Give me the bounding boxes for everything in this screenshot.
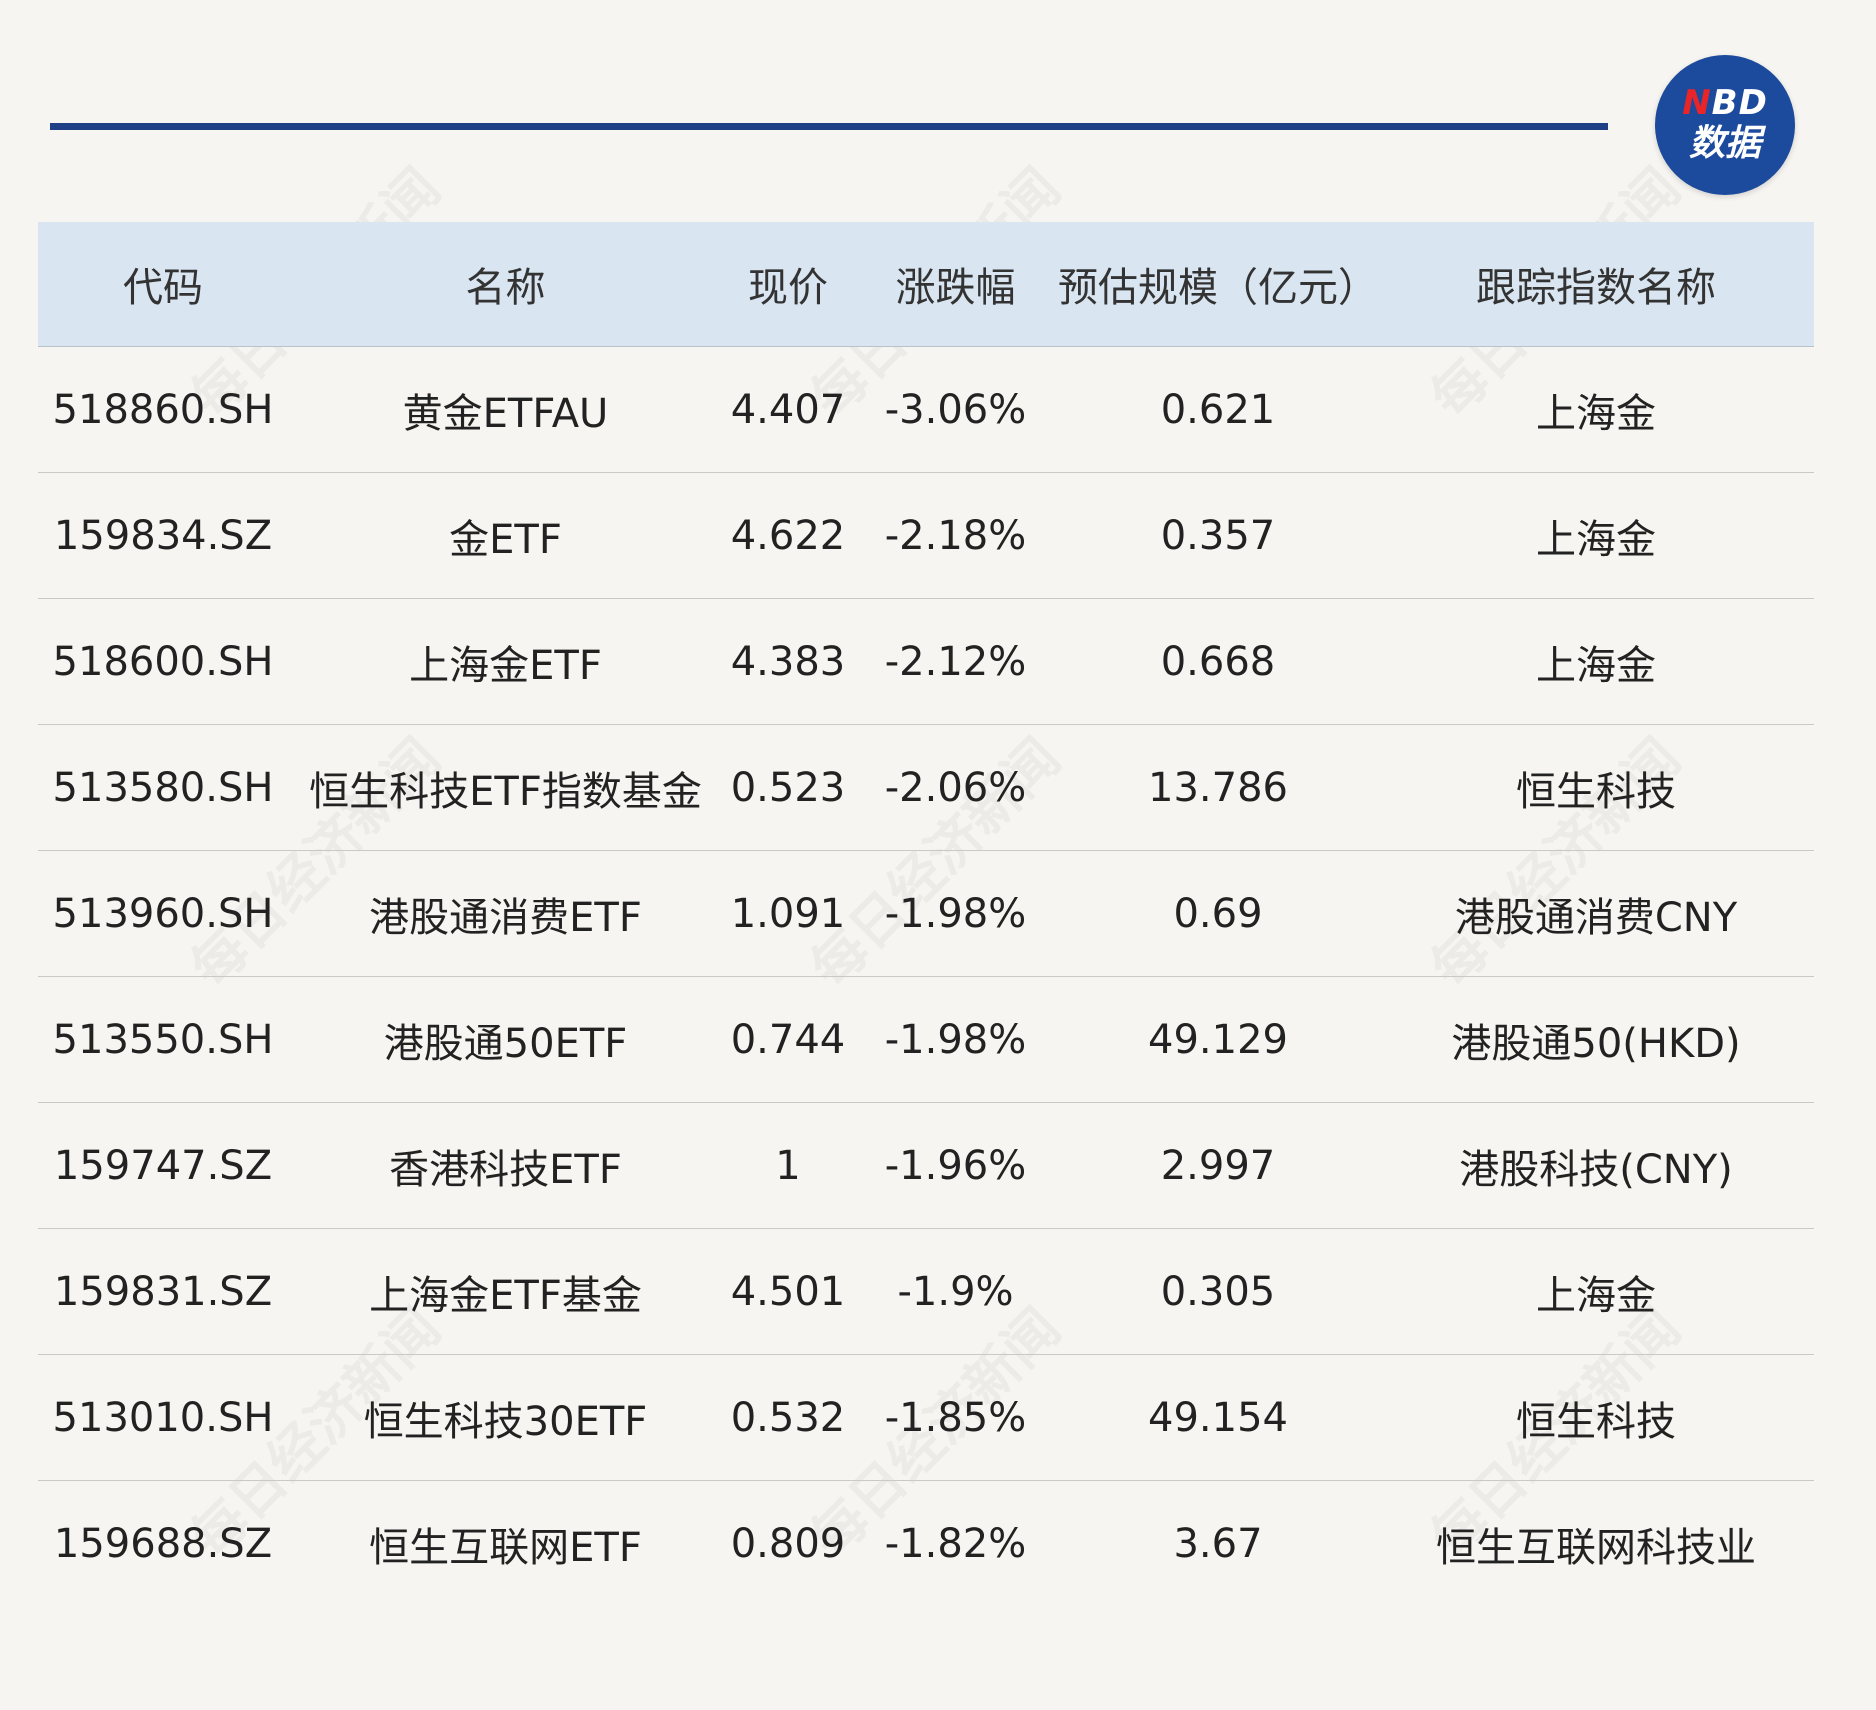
cell-price: 1	[775, 1142, 801, 1189]
cell-code: 159834.SZ	[53, 512, 273, 559]
table-row: 513580.SH 恒生科技ETF指数基金 0.523 -2.06% 13.78…	[38, 725, 1814, 851]
table-row: 513010.SH 恒生科技30ETF 0.532 -1.85% 49.154 …	[38, 1355, 1814, 1481]
logo-bd: BD	[1711, 83, 1768, 123]
table-row: 518600.SH 上海金ETF 4.383 -2.12% 0.668 上海金	[38, 599, 1814, 725]
top-rule	[50, 123, 1608, 130]
cell-price: 0.744	[730, 1016, 846, 1063]
cell-name: 香港科技ETF	[389, 1146, 622, 1193]
cell-code: 518600.SH	[52, 638, 274, 685]
header-name: 名称	[465, 265, 546, 311]
cell-scale: 3.67	[1173, 1520, 1263, 1567]
cell-change: -3.06%	[884, 386, 1027, 433]
cell-index: 恒生科技	[1516, 768, 1676, 815]
cell-scale: 0.621	[1160, 386, 1276, 433]
cell-change: -1.82%	[884, 1520, 1027, 1567]
table-row: 513550.SH 港股通50ETF 0.744 -1.98% 49.129 港…	[38, 977, 1814, 1103]
table-header: 代码 名称 现价 涨跌幅 预估规模（亿元） 跟踪指数名称	[38, 222, 1814, 347]
cell-name: 上海金ETF	[409, 642, 602, 689]
cell-name: 港股通50ETF	[383, 1020, 628, 1067]
cell-price: 4.622	[730, 512, 846, 559]
cell-name: 恒生科技ETF指数基金	[309, 768, 702, 815]
cell-price: 4.383	[730, 638, 846, 685]
cell-scale: 0.668	[1160, 638, 1276, 685]
cell-change: -2.06%	[884, 764, 1027, 811]
cell-price: 0.523	[730, 764, 846, 811]
cell-code: 518860.SH	[52, 386, 274, 433]
cell-name: 港股通消费ETF	[369, 894, 642, 941]
cell-scale: 0.357	[1160, 512, 1276, 559]
logo-n: N	[1682, 83, 1712, 123]
cell-scale: 49.129	[1148, 1016, 1288, 1063]
cell-change: -2.12%	[884, 638, 1027, 685]
table-row: 159747.SZ 香港科技ETF 1 -1.96% 2.997 港股科技(CN…	[38, 1103, 1814, 1229]
cell-name: 恒生互联网ETF	[369, 1524, 642, 1571]
table-row: 159834.SZ 金ETF 4.622 -2.18% 0.357 上海金	[38, 473, 1814, 599]
cell-change: -1.98%	[884, 890, 1027, 937]
cell-price: 1.091	[730, 890, 846, 937]
header-scale: 预估规模（亿元）	[1058, 265, 1378, 311]
header-change: 涨跌幅	[895, 265, 1016, 311]
cell-name: 恒生科技30ETF	[363, 1398, 648, 1445]
header-index: 跟踪指数名称	[1476, 265, 1716, 311]
header-price: 现价	[748, 265, 828, 311]
cell-scale: 0.69	[1173, 890, 1263, 937]
cell-price: 0.809	[730, 1520, 846, 1567]
cell-code: 513550.SH	[52, 1016, 274, 1063]
cell-name: 金ETF	[449, 516, 562, 563]
cell-name: 黄金ETFAU	[402, 390, 609, 437]
cell-index: 恒生互联网科技业	[1436, 1524, 1756, 1571]
cell-index: 港股通消费CNY	[1454, 894, 1738, 941]
nbd-logo: NBD 数据	[1655, 55, 1795, 195]
cell-scale: 13.786	[1148, 764, 1288, 811]
cell-price: 4.501	[730, 1268, 846, 1315]
cell-scale: 2.997	[1160, 1142, 1276, 1189]
header-code: 代码	[123, 265, 203, 311]
cell-price: 4.407	[730, 386, 846, 433]
cell-code: 159688.SZ	[53, 1520, 273, 1567]
etf-table: 代码 名称 现价 涨跌幅 预估规模（亿元） 跟踪指数名称 518860.SH 黄…	[38, 222, 1814, 1606]
cell-code: 513580.SH	[52, 764, 274, 811]
cell-code: 159747.SZ	[53, 1142, 273, 1189]
cell-index: 上海金	[1536, 390, 1656, 437]
cell-index: 上海金	[1536, 516, 1656, 563]
cell-index: 上海金	[1536, 642, 1656, 689]
cell-change: -1.85%	[884, 1394, 1027, 1441]
cell-change: -1.9%	[897, 1268, 1014, 1315]
logo-bottom-text: 数据	[1688, 123, 1761, 164]
cell-name: 上海金ETF基金	[369, 1272, 642, 1319]
cell-index: 恒生科技	[1516, 1398, 1676, 1445]
cell-price: 0.532	[730, 1394, 846, 1441]
cell-change: -1.96%	[884, 1142, 1027, 1189]
cell-code: 513960.SH	[52, 890, 274, 937]
table-row: 159688.SZ 恒生互联网ETF 0.809 -1.82% 3.67 恒生互…	[38, 1481, 1814, 1606]
cell-change: -1.98%	[884, 1016, 1027, 1063]
cell-index: 港股通50(HKD)	[1451, 1020, 1741, 1067]
cell-scale: 49.154	[1148, 1394, 1288, 1441]
cell-code: 513010.SH	[52, 1394, 274, 1441]
table-row: 159831.SZ 上海金ETF基金 4.501 -1.9% 0.305 上海金	[38, 1229, 1814, 1355]
cell-change: -2.18%	[884, 512, 1027, 559]
logo-top-text: NBD	[1655, 83, 1795, 123]
cell-code: 159831.SZ	[53, 1268, 273, 1315]
table-row: 518860.SH 黄金ETFAU 4.407 -3.06% 0.621 上海金	[38, 347, 1814, 473]
cell-scale: 0.305	[1160, 1268, 1276, 1315]
cell-index: 港股科技(CNY)	[1459, 1146, 1733, 1193]
cell-index: 上海金	[1536, 1272, 1656, 1319]
table-row: 513960.SH 港股通消费ETF 1.091 -1.98% 0.69 港股通…	[38, 851, 1814, 977]
